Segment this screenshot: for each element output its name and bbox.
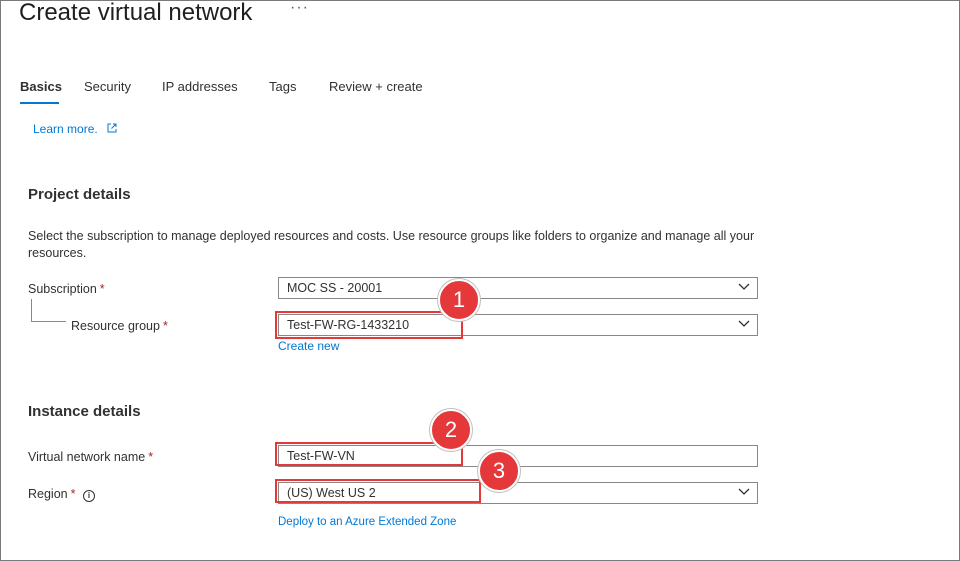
subscription-value: MOC SS - 20001 (287, 281, 383, 295)
instance-details-heading: Instance details (28, 403, 141, 420)
vnet-name-label: Virtual network name * (28, 450, 153, 464)
tab-tags[interactable]: Tags (269, 79, 296, 94)
required-asterisk: * (70, 487, 76, 501)
callout-badge-2: 2 (430, 409, 472, 451)
create-new-link[interactable]: Create new (278, 339, 339, 353)
tab-review-create[interactable]: Review + create (329, 79, 423, 94)
info-icon[interactable]: i (82, 490, 95, 502)
learn-more-label: Learn more. (33, 122, 98, 136)
chevron-down-icon (738, 488, 750, 495)
subscription-label: Subscription * (28, 282, 105, 296)
project-details-heading: Project details (28, 186, 131, 203)
callout-highlight-region (275, 479, 481, 503)
resource-group-label-text: Resource group (71, 319, 160, 333)
external-link-icon (107, 122, 117, 136)
required-asterisk: * (162, 319, 168, 333)
resource-group-label: Resource group * (71, 319, 168, 333)
tab-label: Basics (20, 79, 62, 94)
tab-security[interactable]: Security (84, 79, 131, 94)
tab-basics[interactable]: Basics (20, 79, 62, 104)
tree-connector (31, 299, 66, 322)
learn-more-link[interactable]: Learn more. (33, 122, 117, 136)
callout-highlight-resource-group (275, 311, 463, 339)
required-asterisk: * (99, 282, 105, 296)
project-details-description: Select the subscription to manage deploy… (28, 229, 755, 260)
subscription-label-text: Subscription (28, 282, 97, 296)
subscription-dropdown[interactable]: MOC SS - 20001 (278, 277, 758, 299)
active-tab-indicator (20, 102, 59, 104)
more-options-button[interactable]: ··· (290, 0, 309, 17)
page-title: Create virtual network (19, 0, 253, 26)
extended-zone-link[interactable]: Deploy to an Azure Extended Zone (278, 516, 456, 528)
region-label: Region * i (28, 487, 95, 502)
callout-badge-3: 3 (478, 450, 520, 492)
chevron-down-icon (738, 283, 750, 290)
tab-ip-addresses[interactable]: IP addresses (162, 79, 238, 94)
chevron-down-icon (738, 320, 750, 327)
region-label-text: Region (28, 487, 68, 501)
vnet-name-label-text: Virtual network name (28, 450, 146, 464)
required-asterisk: * (148, 450, 154, 464)
callout-highlight-vnet-name (275, 442, 463, 466)
callout-badge-1: 1 (438, 279, 480, 321)
